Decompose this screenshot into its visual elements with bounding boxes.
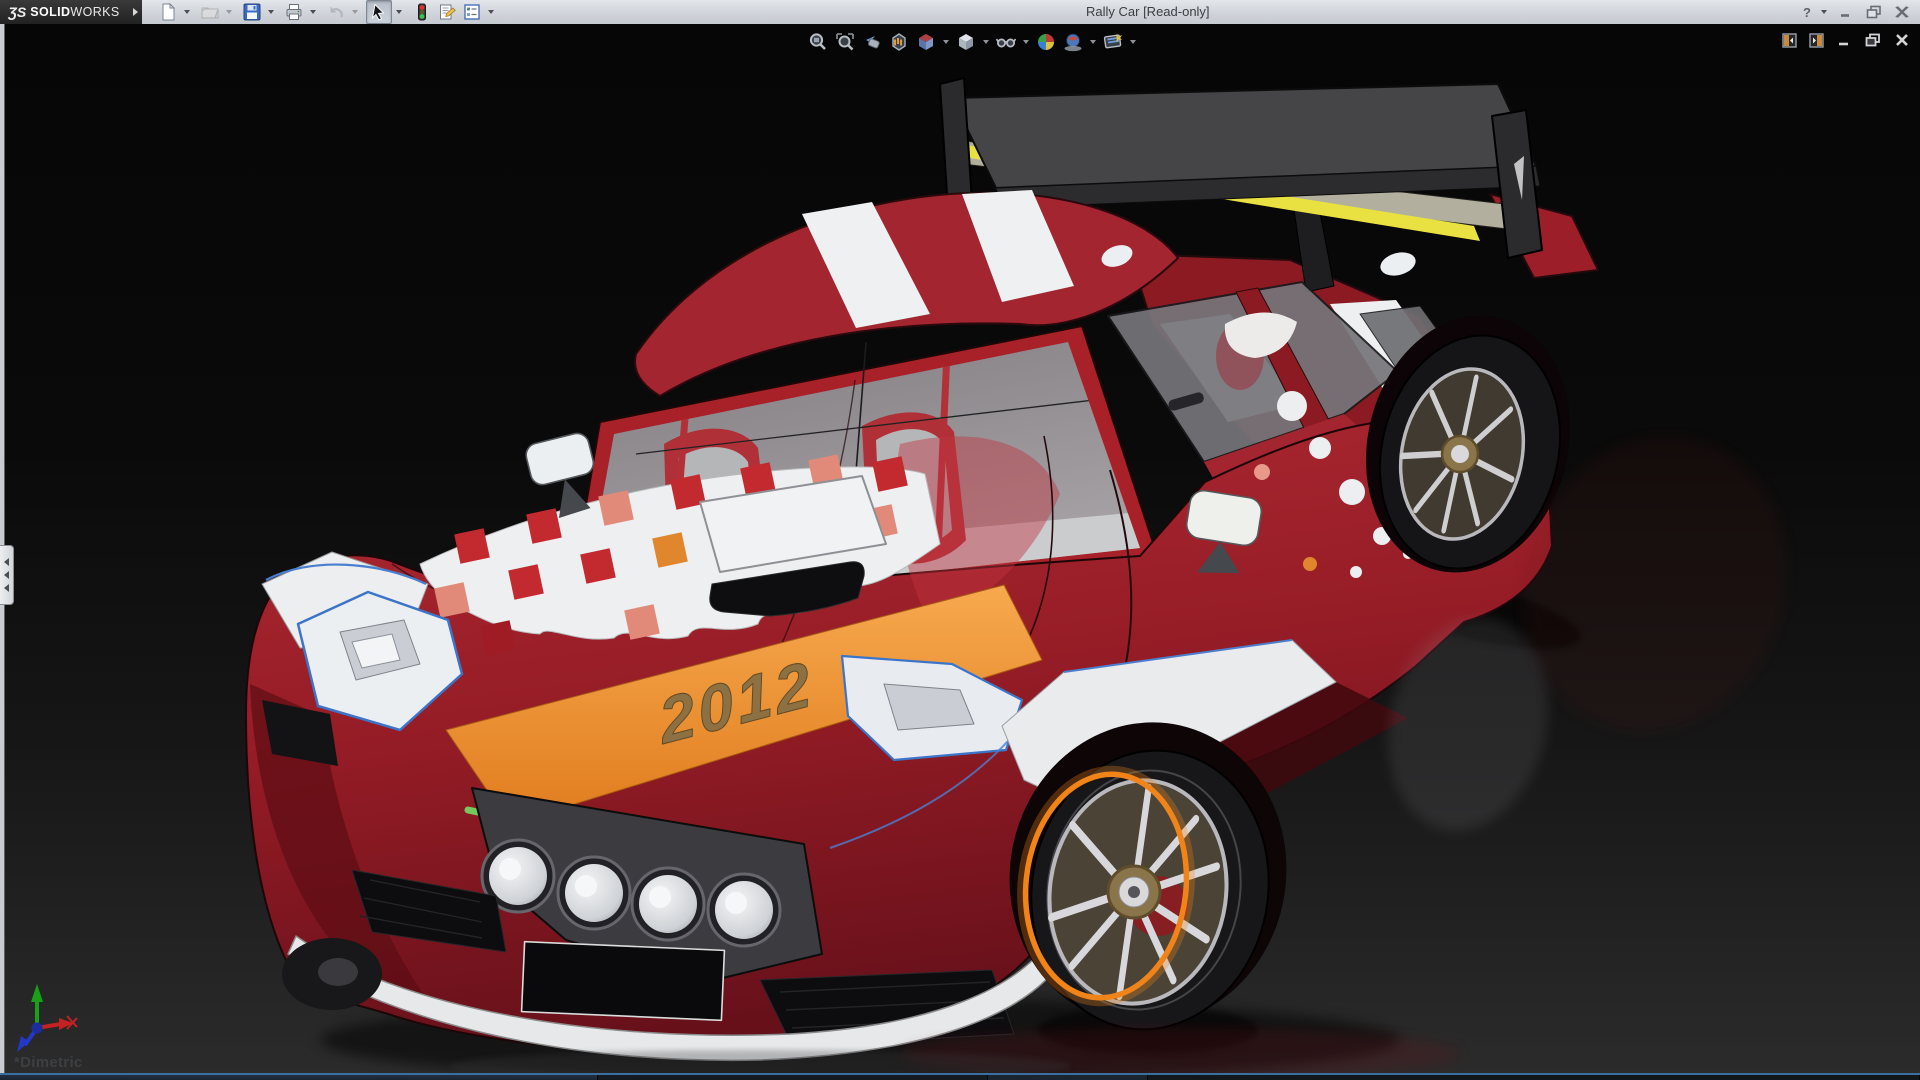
options-checklist-icon (463, 3, 481, 21)
3d-scene: 2012 (0, 24, 1920, 1073)
view-settings-icon (1102, 31, 1124, 53)
save-floppy-icon (243, 3, 261, 21)
orientation-label: *Dimetric (14, 1054, 83, 1071)
select-tool-dropdown[interactable] (393, 1, 404, 23)
zoom-to-fit-icon (807, 31, 829, 53)
menu-expand-arrow[interactable] (128, 0, 142, 24)
printer-icon (285, 3, 303, 21)
display-style-button[interactable] (954, 30, 978, 54)
view-settings-button[interactable] (1101, 30, 1125, 54)
new-document-icon (159, 3, 177, 21)
orientation-triad (17, 984, 77, 1052)
eyeglasses-icon (995, 31, 1017, 53)
previous-view-icon (861, 31, 883, 53)
zoom-to-fit-button[interactable] (806, 30, 830, 54)
close-icon (1894, 4, 1910, 20)
doc-minimize-icon[interactable] (1836, 32, 1852, 48)
section-view-icon (888, 31, 910, 53)
help-dropdown[interactable] (1819, 1, 1828, 23)
minimize-icon (1838, 4, 1854, 20)
apply-scene-dropdown[interactable] (1088, 30, 1098, 54)
document-window-controls (1782, 32, 1910, 48)
open-folder-icon (201, 3, 219, 21)
restore-icon (1865, 4, 1883, 20)
file-properties-icon (438, 3, 456, 21)
view-settings-dropdown[interactable] (1128, 30, 1138, 54)
display-style-icon (955, 31, 977, 53)
windows-taskbar[interactable] (0, 1073, 1920, 1080)
taskbar-segment[interactable] (988, 1075, 1148, 1080)
view-orientation-dropdown[interactable] (941, 30, 951, 54)
featuremanager-collapsed-tab[interactable] (0, 545, 14, 605)
taskbar-segment[interactable] (1148, 1075, 1920, 1080)
select-cursor-icon (370, 3, 388, 21)
window-controls: ? (1803, 0, 1912, 24)
solidworks-window: ƷS SOLID WORKS (0, 0, 1920, 1080)
headsup-view-toolbar (806, 30, 1138, 54)
zoom-to-area-icon (834, 31, 856, 53)
new-document-dropdown[interactable] (181, 1, 192, 23)
front-left-hub (318, 958, 358, 986)
undo-arrow-icon (327, 3, 345, 21)
view-orientation-icon (915, 31, 937, 53)
print-dropdown[interactable] (307, 1, 318, 23)
save-button[interactable] (240, 1, 264, 23)
taskbar-segment[interactable] (598, 1075, 988, 1080)
apply-scene-button[interactable] (1061, 30, 1085, 54)
graphics-area[interactable]: 2012 (0, 24, 1920, 1073)
rally-car-model[interactable]: 2012 (246, 78, 1598, 1060)
pane-toggle-left-icon[interactable] (1782, 33, 1797, 48)
display-style-dropdown[interactable] (981, 30, 991, 54)
undo-dropdown[interactable] (349, 1, 360, 23)
options-dropdown[interactable] (485, 1, 496, 23)
roofline-dot (1378, 249, 1418, 280)
brand-text-solid: SOLID (30, 5, 70, 19)
pane-toggle-right-icon[interactable] (1809, 33, 1824, 48)
print-button[interactable] (282, 1, 306, 23)
help-button[interactable]: ? (1803, 5, 1811, 20)
new-document-button[interactable] (156, 1, 180, 23)
doc-restore-icon[interactable] (1864, 32, 1882, 48)
edit-appearance-button[interactable] (1034, 30, 1058, 54)
open-document-dropdown[interactable] (223, 1, 234, 23)
dassault-3ds-icon: ƷS (8, 4, 26, 20)
taskbar-segment[interactable] (0, 1075, 598, 1080)
menu-bar: ƷS SOLID WORKS (0, 0, 1920, 25)
minimize-button[interactable] (1836, 2, 1856, 22)
select-tool-button[interactable] (366, 0, 392, 24)
section-view-button[interactable] (887, 30, 911, 54)
options-button[interactable] (460, 1, 484, 23)
close-button[interactable] (1892, 2, 1912, 22)
rebuild-button[interactable] (410, 1, 434, 23)
hide-show-items-button[interactable] (994, 30, 1018, 54)
doc-close-icon[interactable] (1894, 32, 1910, 48)
solidworks-logo[interactable]: ƷS SOLID WORKS (0, 0, 128, 24)
file-properties-button[interactable] (435, 1, 459, 23)
standard-toolbar (156, 0, 501, 24)
window-title: Rally Car [Read-only] (1086, 4, 1210, 19)
restore-button[interactable] (1864, 2, 1884, 22)
open-document-button[interactable] (198, 1, 222, 23)
previous-view-button[interactable] (860, 30, 884, 54)
zoom-to-area-button[interactable] (833, 30, 857, 54)
license-plate-panel (522, 942, 725, 1021)
undo-button[interactable] (324, 1, 348, 23)
apply-scene-icon (1062, 31, 1084, 53)
view-orientation-button[interactable] (914, 30, 938, 54)
hide-show-items-dropdown[interactable] (1021, 30, 1031, 54)
brand-text-works: WORKS (70, 5, 119, 19)
traffic-light-icon (413, 3, 431, 21)
save-dropdown[interactable] (265, 1, 276, 23)
appearance-sphere-icon (1035, 31, 1057, 53)
